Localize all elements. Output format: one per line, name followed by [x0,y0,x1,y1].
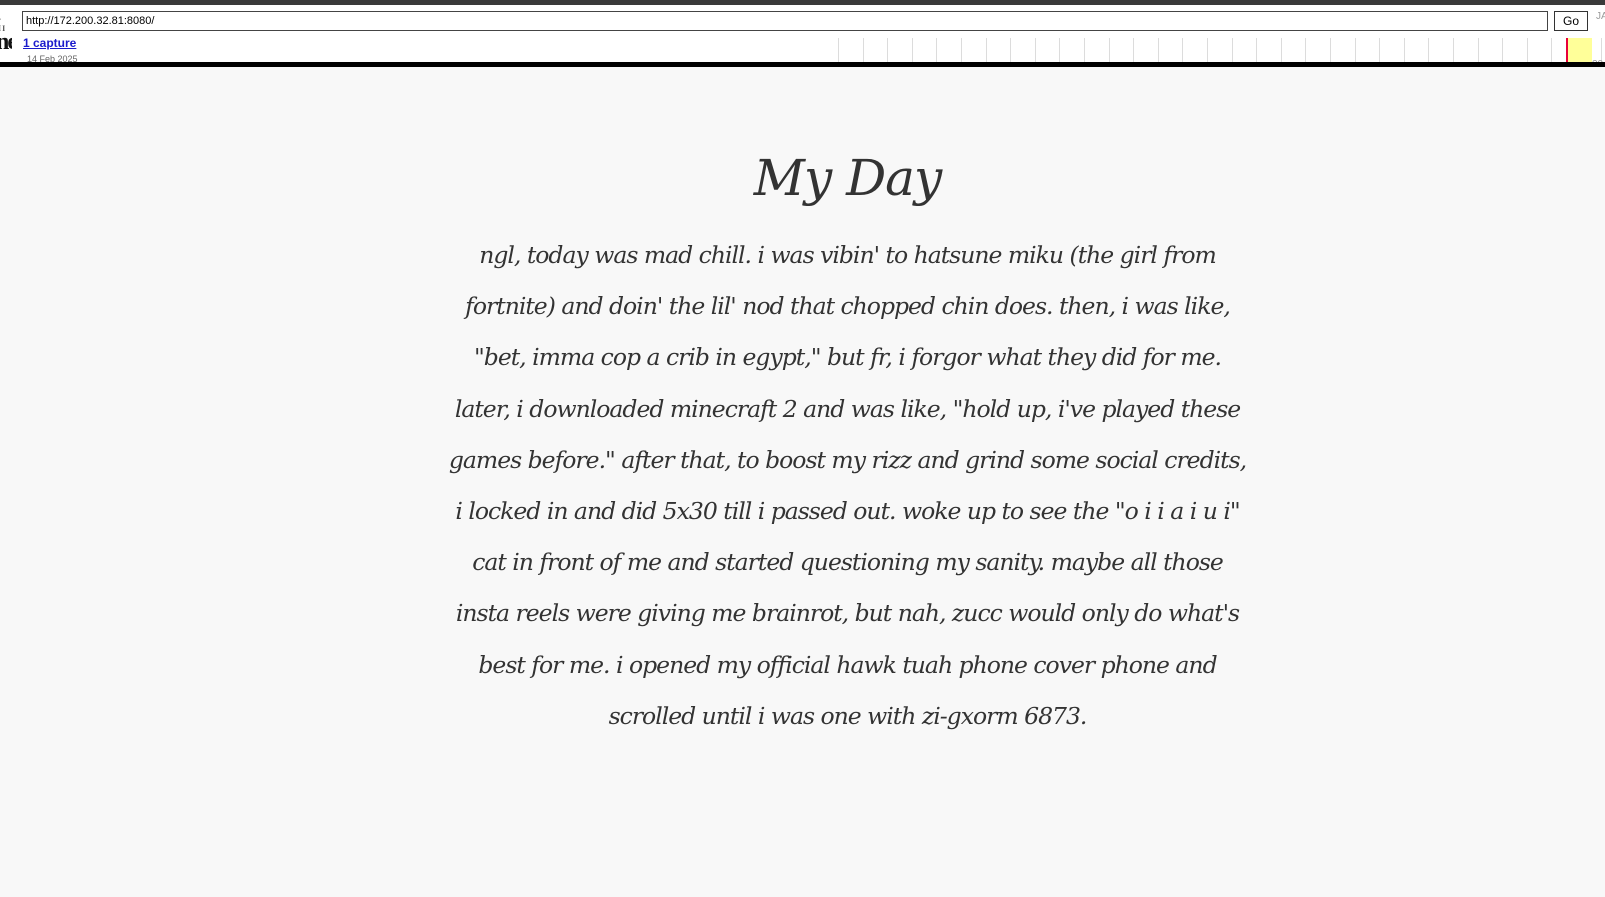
timeline-tick [985,38,987,62]
timeline-tick [1453,38,1454,62]
page-body-text: ngl, today was mad chill. i was vibin' t… [448,241,1247,730]
timeline-tick [1231,38,1233,62]
timeline-tick [1157,38,1159,62]
wayback-logo-text: ne [0,29,12,56]
timeline-tick [838,38,839,62]
timeline-tick [1108,38,1110,62]
timeline-tick [1207,38,1208,62]
timeline-tick [1379,38,1381,62]
timeline-tick [911,38,913,62]
timeline-tick [1428,38,1430,62]
timeline-tick [1034,38,1036,62]
timeline-tick [1477,38,1479,62]
capture-marker [1566,38,1568,62]
capture-timeline[interactable] [838,38,1605,62]
captures-link[interactable]: 1 capture [23,36,76,50]
current-year-highlight [1566,38,1592,62]
go-button[interactable]: Go [1554,11,1588,31]
calendar-month-label[interactable]: JA [1596,11,1605,22]
timeline-tick [1354,38,1356,62]
timeline-tick [1502,38,1504,62]
timeline-tick [1526,38,1528,62]
timeline-tick [1330,38,1331,62]
calendar-year-label[interactable]: 20 [1592,59,1603,62]
timeline-tick [1133,38,1135,62]
wayback-toolbar: • II ne Go JA 1 capture 14 Feb 2025 20 [0,0,1605,67]
timeline-tick [1403,38,1405,62]
capture-date: 14 Feb 2025 [27,54,78,64]
timeline-tick [1256,38,1258,62]
timeline-tick [1010,38,1012,62]
timeline-tick [1551,38,1553,62]
timeline-tick [1059,38,1061,62]
timeline-tick [1084,38,1085,62]
archived-page-content: My Day ngl, today was mad chill. i was v… [445,140,1250,742]
timeline-tick [862,38,864,62]
timeline-tick [887,38,889,62]
page-title: My Day [753,149,942,207]
timeline-tick [961,38,962,62]
wayback-logo[interactable]: • II ne [0,11,12,62]
timeline-tick [1182,38,1184,62]
url-input[interactable] [22,11,1548,31]
timeline-tick [936,38,938,62]
timeline-tick [1280,38,1282,62]
timeline-tick [1305,38,1307,62]
